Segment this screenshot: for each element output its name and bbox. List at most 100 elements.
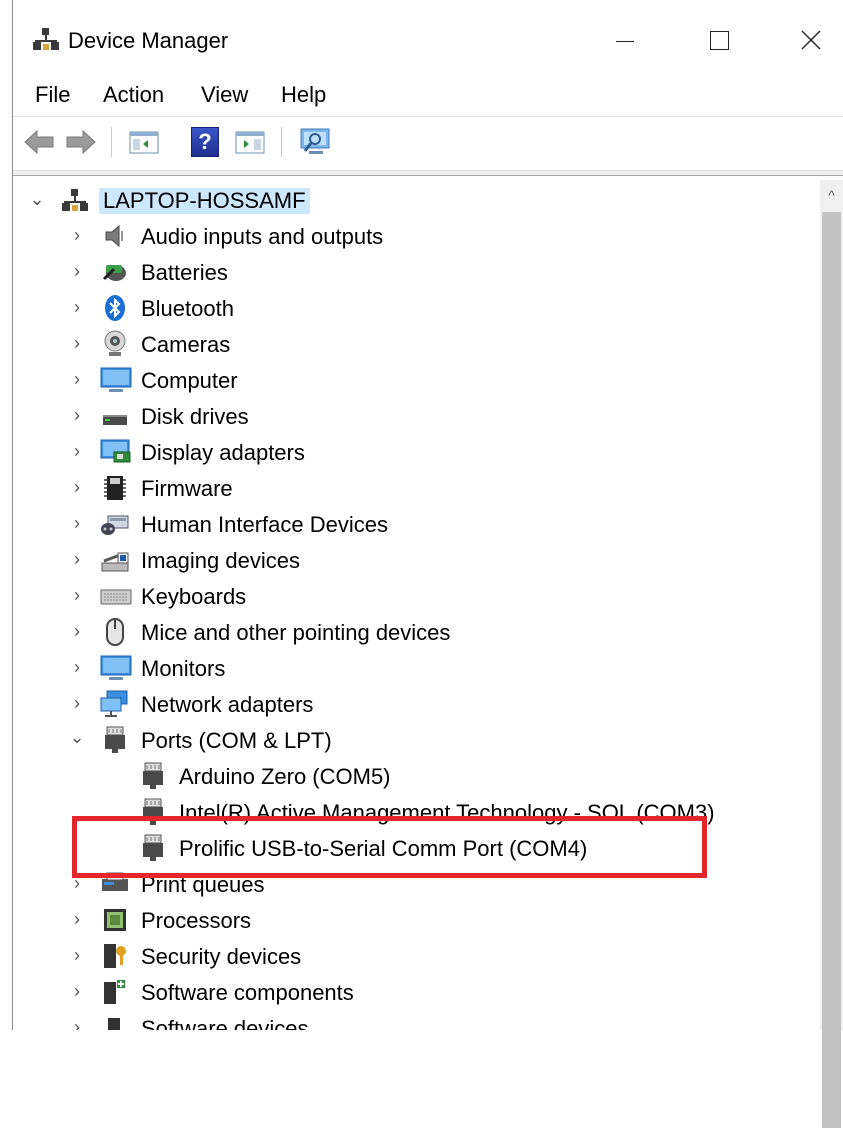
tree-root[interactable]: ⌄ LAPTOP-HOSSAMF: [13, 182, 713, 218]
title-bar: Device Manager: [13, 0, 843, 78]
tree-item-audio[interactable]: › Audio inputs and outputs: [13, 218, 713, 254]
tree-item-label: Mice and other pointing devices: [141, 620, 451, 645]
chevron-right-icon[interactable]: ›: [69, 549, 85, 570]
monitor-icon: [100, 654, 132, 682]
tree-item-cameras[interactable]: › Cameras: [13, 326, 713, 362]
tree-item-label: Network adapters: [141, 692, 314, 717]
forward-button[interactable]: [65, 125, 97, 159]
keyboard-icon: [100, 582, 132, 610]
tree-item-label: Computer: [141, 368, 238, 393]
port-icon: [102, 726, 128, 754]
network-adapter-icon: [100, 690, 130, 718]
tree-item-label: Human Interface Devices: [141, 512, 388, 537]
chevron-right-icon[interactable]: ›: [69, 513, 85, 534]
chevron-right-icon[interactable]: ›: [69, 261, 85, 282]
tree-item-label: Imaging devices: [141, 548, 300, 573]
chevron-down-icon[interactable]: ⌄: [29, 189, 45, 210]
chevron-right-icon[interactable]: ›: [69, 657, 85, 678]
chevron-right-icon[interactable]: ›: [69, 405, 85, 426]
tree-item-security[interactable]: › Security devices: [13, 938, 713, 974]
speaker-icon: [102, 222, 128, 250]
help-button[interactable]: ?: [191, 125, 219, 159]
tree-item-label: Audio inputs and outputs: [141, 224, 384, 249]
chevron-down-icon[interactable]: ⌄: [69, 727, 85, 748]
chevron-right-icon[interactable]: ›: [69, 1017, 85, 1030]
menu-view[interactable]: View: [199, 82, 250, 108]
console-tree-icon: [129, 131, 159, 154]
help-icon: ?: [191, 127, 219, 157]
hid-icon: [100, 510, 130, 538]
tree-item-computer[interactable]: › Computer: [13, 362, 713, 398]
scan-hardware-button[interactable]: [299, 125, 333, 159]
tree-item-label: Processors: [141, 908, 252, 933]
tree-item-label: Software components: [141, 980, 354, 1005]
tree-item-network[interactable]: › Network adapters: [13, 686, 713, 722]
battery-icon: [102, 258, 128, 286]
tree-item-label: Firmware: [141, 476, 233, 501]
tree-item-hid[interactable]: › Human Interface Devices: [13, 506, 713, 542]
close-button[interactable]: [786, 18, 836, 62]
tree-item-firmware[interactable]: › Firmware: [13, 470, 713, 506]
display-adapter-icon: [100, 438, 132, 466]
tree-item-label: Keyboards: [141, 584, 247, 609]
minimize-button[interactable]: [600, 18, 650, 62]
scroll-up-arrow-icon[interactable]: ^: [820, 180, 843, 210]
chevron-right-icon[interactable]: ›: [69, 585, 85, 606]
tree-item-display-adapters[interactable]: › Display adapters: [13, 434, 713, 470]
mouse-icon: [102, 618, 128, 646]
scrollbar-thumb[interactable]: [822, 212, 841, 1128]
tree-item-label: Cameras: [141, 332, 231, 357]
action-pane-icon: [235, 131, 265, 154]
chevron-right-icon[interactable]: ›: [69, 369, 85, 390]
tree-item-label: Arduino Zero (COM5): [179, 764, 391, 789]
chevron-right-icon[interactable]: ›: [69, 477, 85, 498]
chevron-right-icon[interactable]: ›: [69, 441, 85, 462]
tree-item-bluetooth[interactable]: › Bluetooth: [13, 290, 713, 326]
help-icon-label: ?: [198, 129, 212, 154]
tree-item-label: Batteries: [141, 260, 228, 285]
software-device-icon: [102, 1014, 128, 1030]
tree-root-label: LAPTOP-HOSSAMF: [99, 188, 310, 214]
tree-item-mice[interactable]: › Mice and other pointing devices: [13, 614, 713, 650]
scan-hardware-icon: [300, 128, 330, 154]
vertical-scrollbar[interactable]: ^: [820, 180, 843, 1128]
window-title: Device Manager: [68, 28, 229, 53]
tree-item-disk-drives[interactable]: › Disk drives: [13, 398, 713, 434]
tree-item-label: Display adapters: [141, 440, 305, 465]
tree-item-label: Disk drives: [141, 404, 249, 429]
menu-file[interactable]: File: [33, 82, 72, 108]
menu-action[interactable]: Action: [101, 82, 166, 108]
tree-item-label: Ports (COM & LPT): [141, 728, 332, 753]
toolbar-divider: [13, 170, 843, 176]
tree-item-keyboards[interactable]: › Keyboards: [13, 578, 713, 614]
disk-drive-icon: [102, 402, 128, 430]
chevron-right-icon[interactable]: ›: [69, 333, 85, 354]
chevron-right-icon[interactable]: ›: [69, 621, 85, 642]
show-action-pane-button[interactable]: [235, 125, 265, 159]
chevron-right-icon[interactable]: ›: [69, 945, 85, 966]
tree-item-ports[interactable]: ⌄ Ports (COM & LPT): [13, 722, 713, 758]
maximize-icon: [709, 30, 729, 50]
tree-item-imaging[interactable]: › Imaging devices: [13, 542, 713, 578]
tree-item-port-arduino[interactable]: Arduino Zero (COM5): [13, 758, 753, 794]
chevron-right-icon[interactable]: ›: [69, 981, 85, 1002]
highlight-annotation-box: [72, 816, 707, 878]
chevron-right-icon[interactable]: ›: [69, 225, 85, 246]
chevron-right-icon[interactable]: ›: [69, 909, 85, 930]
tree-item-label: Monitors: [141, 656, 226, 681]
tree-item-processors[interactable]: › Processors: [13, 902, 713, 938]
menu-help[interactable]: Help: [279, 82, 328, 108]
tree-item-monitors[interactable]: › Monitors: [13, 650, 713, 686]
tree-item-software-components[interactable]: › Software components: [13, 974, 713, 1010]
chevron-right-icon[interactable]: ›: [69, 297, 85, 318]
device-manager-icon: [33, 27, 59, 56]
tree-item-batteries[interactable]: › Batteries: [13, 254, 713, 290]
firmware-chip-icon: [102, 474, 128, 502]
back-button[interactable]: [23, 125, 55, 159]
toolbar: ?: [13, 116, 843, 167]
forward-arrow-icon: [66, 129, 96, 155]
tree-item-software-devices[interactable]: › Software devices: [13, 1010, 713, 1030]
chevron-right-icon[interactable]: ›: [69, 693, 85, 714]
maximize-button[interactable]: [694, 18, 744, 62]
show-hide-console-tree-button[interactable]: [129, 125, 159, 159]
